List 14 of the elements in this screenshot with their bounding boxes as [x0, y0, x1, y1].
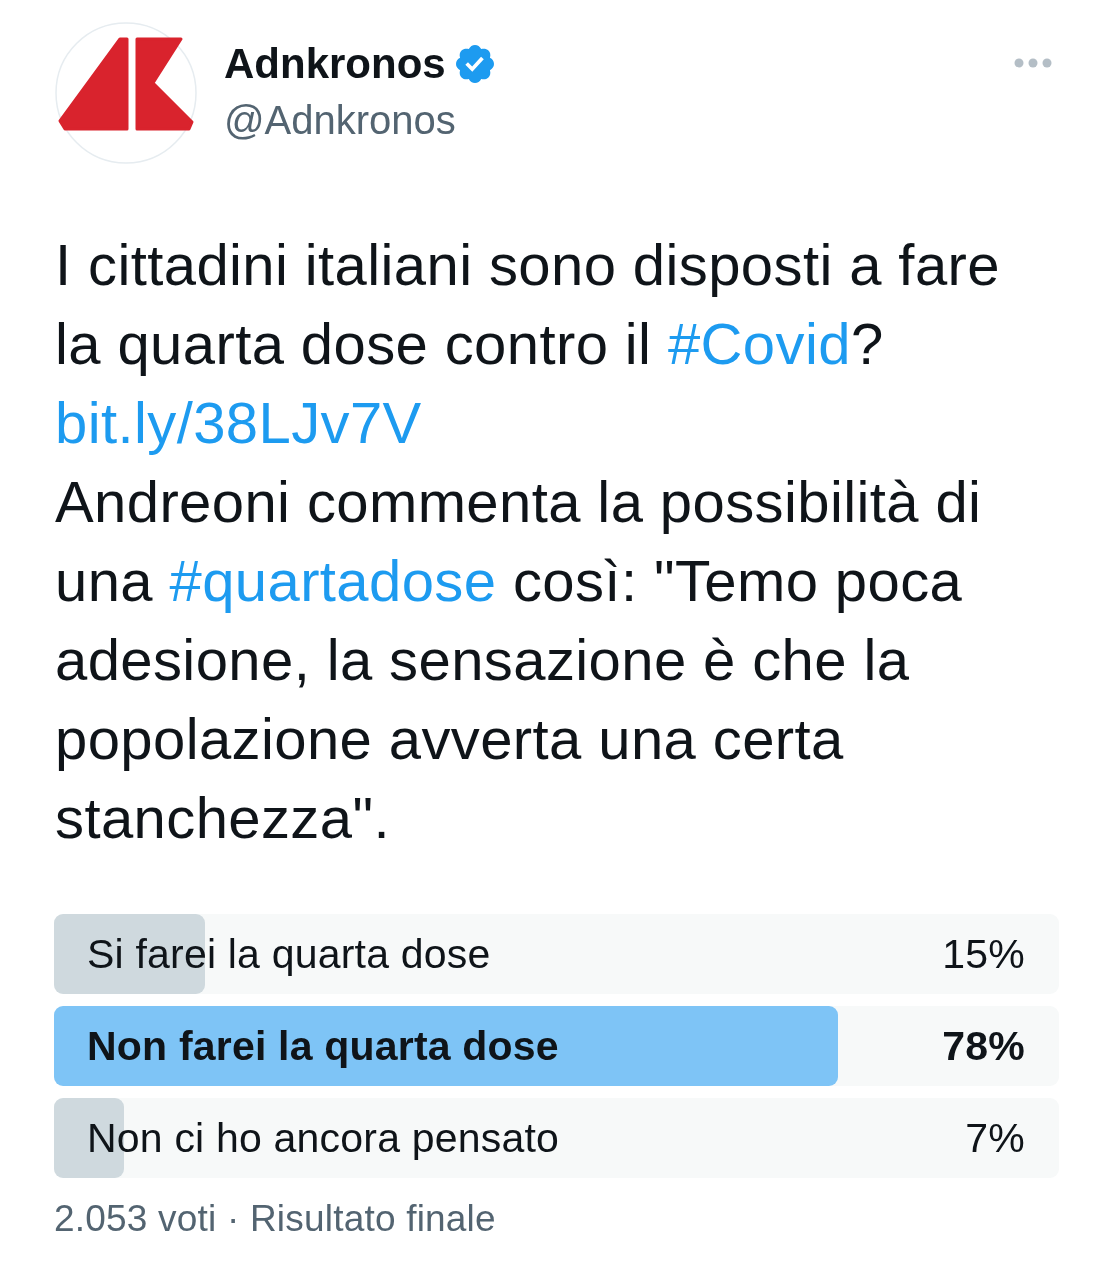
option-percent: 15%	[942, 930, 1025, 978]
option-label: Non ci ho ancora pensato	[87, 1114, 560, 1162]
account-name[interactable]: Adnkronos	[224, 39, 446, 89]
tweet-text: I cittadini italiani sono disposti a fare la quarta dose contro il #Covid? bit.ly/38LJv7V Andreoni commenta la possibilità di una #quartadose così: "Temo poca adesione, la sensazione è che la popolazione avverta una certa stanchezza".	[55, 231, 1001, 852]
option-label: Si farei la quarta dose	[87, 930, 491, 978]
option-percent: 7%	[965, 1114, 1025, 1162]
url-link[interactable]: bit.ly/38LJv7V	[55, 390, 422, 455]
account-handle[interactable]: @Adnkronos	[224, 95, 456, 145]
poll-summary: 2.053 voti · Risultato finale	[54, 1198, 496, 1240]
option-label: Non farei la quarta dose	[87, 1022, 559, 1070]
option-percent: 78%	[942, 1022, 1025, 1070]
hashtag-link[interactable]: #Covid	[667, 311, 851, 376]
logo-icon[interactable]	[55, 22, 197, 164]
hashtag-link[interactable]: #quartadose	[169, 548, 497, 613]
